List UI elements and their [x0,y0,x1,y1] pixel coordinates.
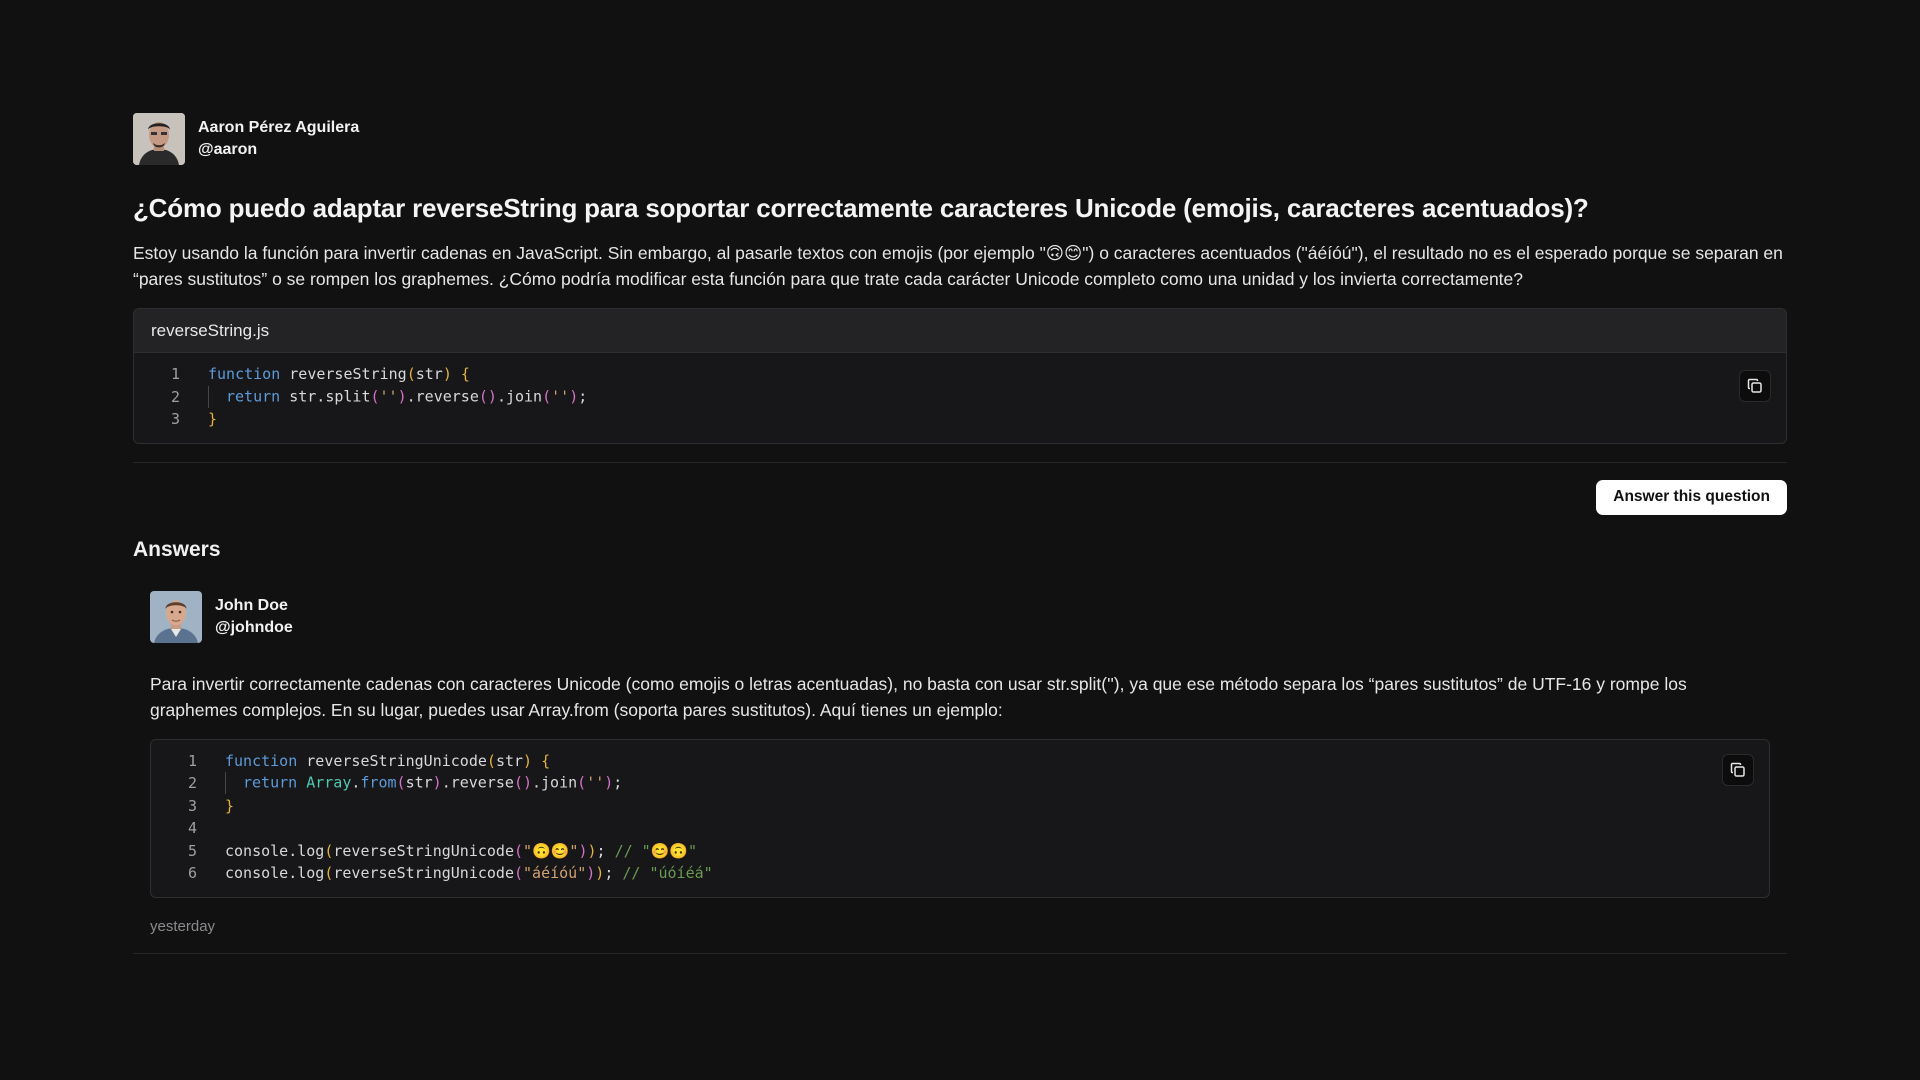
code-body: 1 function reverseString(str) { 2 return… [134,353,1786,443]
author-handle[interactable]: @aaron [198,141,359,159]
line-number: 4 [187,819,197,838]
copy-code-button[interactable] [1739,370,1771,402]
line-number: 2 [187,774,197,793]
code-line: 4 [151,817,1769,840]
indent-guide [225,772,243,795]
line-number: 2 [170,387,180,406]
code-line: 2 return Array.from(str).reverse().join(… [151,772,1769,795]
copy-code-button[interactable] [1722,753,1754,786]
code-line: 6 console.log(reverseStringUnicode("áéíó… [151,862,1769,885]
code-text: } [208,410,218,429]
code-filename: reverseString.js [134,309,1786,353]
code-text: function reverseStringUnicode(str) { [225,751,551,770]
divider [133,461,1787,463]
question-title: ¿Cómo puedo adaptar reverseString para s… [133,193,1589,223]
answer-body: Para invertir correctamente cadenas con … [150,673,1687,720]
line-number: 1 [187,751,197,770]
question-author: Aaron Pérez Aguilera @aaron [133,113,1787,165]
line-number: 3 [170,410,180,429]
question-thread: Aaron Pérez Aguilera @aaron ¿Cómo puedo … [133,113,1787,954]
code-text: console.log(reverseStringUnicode("🙃😊"));… [225,841,698,860]
avatar[interactable] [150,590,202,643]
answer-item: John Doe @johndoe Para invertir correcta… [133,590,1787,935]
code-line: 2 return str.split('').reverse().join(''… [134,385,1786,409]
answer-action-row: Answer this question [133,479,1787,515]
line-number: 3 [187,796,197,815]
line-number: 6 [187,864,197,883]
code-line: 1 function reverseString(str) { [134,363,1786,386]
copy-icon [1747,378,1762,393]
code-text: return Array.from(str).reverse().join(''… [197,772,622,795]
avatar-image [150,590,202,643]
author-name[interactable]: John Doe [215,597,293,615]
copy-icon [1730,762,1745,777]
page: Aaron Pérez Aguilera @aaron ¿Cómo puedo … [0,0,1920,1080]
avatar[interactable] [133,113,185,165]
question-body: Estoy usando la función para invertir ca… [133,243,1783,289]
answer-author: John Doe @johndoe [150,590,1770,643]
code-text: console.log(reverseStringUnicode("áéíóú"… [225,864,713,883]
answer-question-button[interactable]: Answer this question [1596,479,1787,515]
answers-heading: Answers [133,537,221,561]
line-number: 1 [170,365,180,384]
code-line: 1 function reverseStringUnicode(str) { [151,750,1769,773]
code-text: function reverseString(str) { [208,365,470,384]
code-text: } [225,796,235,815]
code-body: 1 function reverseStringUnicode(str) { 2… [151,740,1769,897]
author-name[interactable]: Aaron Pérez Aguilera [198,119,359,137]
line-number: 5 [187,841,197,860]
avatar-image [133,113,185,165]
question-code-block: reverseString.js 1 function reverseStrin… [133,308,1787,444]
answer-timestamp: yesterday [150,917,216,935]
code-line: 3 } [134,408,1786,431]
divider [133,952,1787,954]
code-line: 3 } [151,795,1769,818]
answer-code-block: 1 function reverseStringUnicode(str) { 2… [150,738,1770,898]
code-text: return str.split('').reverse().join(''); [180,385,587,408]
indent-guide [208,385,226,408]
author-handle[interactable]: @johndoe [215,619,293,637]
code-line: 5 console.log(reverseStringUnicode("🙃😊")… [151,840,1769,863]
